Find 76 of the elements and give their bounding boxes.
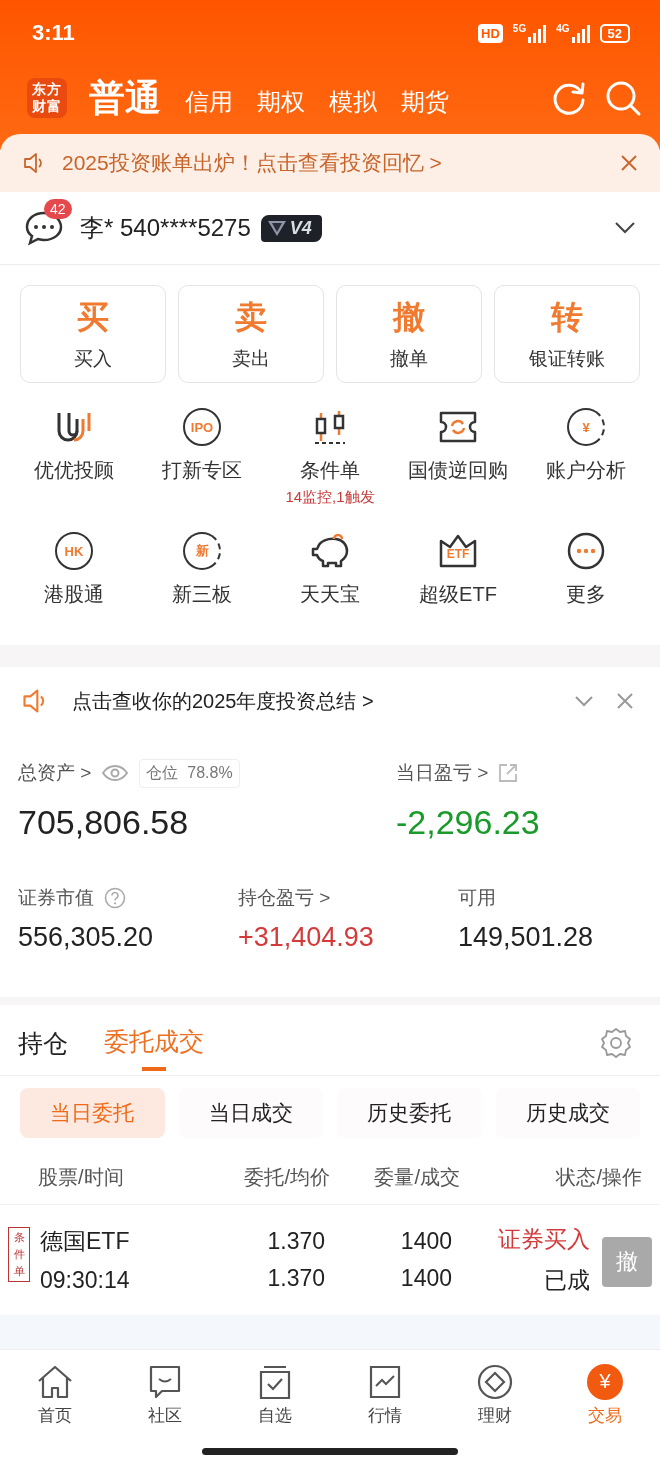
order-type: 证券买入 [498, 1225, 590, 1254]
total-assets-label[interactable]: 总资产 > [18, 760, 92, 786]
order-price: 1.370 [267, 1228, 326, 1255]
candlestick-icon [312, 409, 348, 445]
home-icon [36, 1363, 74, 1400]
hd-icon: HD [478, 23, 503, 43]
ticket-icon [438, 410, 478, 444]
search-icon[interactable] [604, 79, 642, 117]
chevron-down-icon[interactable] [614, 221, 636, 235]
order-time: 09:30:14 [40, 1267, 131, 1294]
stat-value: 149,501.28 [458, 922, 594, 953]
stat-label: 证券市值 [18, 886, 94, 910]
more-icon [567, 532, 605, 570]
account-name: 李* 540****5275 [80, 213, 251, 243]
trade-button[interactable]: 卖 卖出 [178, 285, 324, 383]
daily-pnl-label[interactable]: 当日盈亏 > [396, 760, 489, 786]
filled-quantity: 1400 [400, 1265, 452, 1292]
settings-icon[interactable] [600, 1027, 632, 1059]
help-icon[interactable] [104, 887, 126, 909]
total-assets-value: 705,806.58 [18, 803, 189, 842]
bottom-nav-item[interactable]: 首页 [0, 1350, 110, 1440]
feature-shortcut[interactable]: 条件单 14监控,1触发 [266, 405, 394, 515]
checkbox-icon [258, 1363, 292, 1400]
position-ratio-tag: 仓位 78.8% [139, 758, 240, 788]
piggy-bank-icon [310, 533, 350, 569]
order-status: 已成 [544, 1266, 590, 1295]
order-filter-tab[interactable]: 历史成交 [495, 1088, 640, 1138]
column-header: 委量/成交 [373, 1164, 460, 1190]
average-price: 1.370 [267, 1265, 326, 1292]
column-header: 委托/均价 [243, 1164, 330, 1190]
status-time: 3:11 [32, 20, 75, 46]
close-icon[interactable] [620, 154, 638, 172]
feature-shortcut[interactable]: 天天宝 [266, 529, 394, 639]
yen-chart-icon: ¥ [567, 408, 605, 446]
stat-value: 556,305.20 [18, 922, 154, 953]
feature-shortcut[interactable]: ¥ 账户分析 [522, 405, 650, 515]
order-filter-tab[interactable]: 当日成交 [178, 1088, 323, 1138]
line-chart-icon [368, 1363, 402, 1400]
stat-label: 可用 [458, 886, 496, 910]
section-tab[interactable]: 持仓 [18, 1011, 68, 1075]
app-logo: 东方财富 [27, 78, 67, 118]
feature-shortcut[interactable]: IPO 打新专区 [138, 405, 266, 515]
column-header: 状态/操作 [555, 1164, 642, 1190]
feature-shortcut[interactable]: ETF 超级ETF [394, 529, 522, 639]
stock-name: 德国ETF [40, 1227, 131, 1256]
bottom-nav-item[interactable]: 行情 [330, 1350, 440, 1440]
message-count-badge: 42 [44, 199, 72, 219]
feature-shortcut[interactable]: HK 港股通 [10, 529, 138, 639]
cycle-icon: 新 [183, 532, 221, 570]
daily-pnl-value: -2,296.23 [396, 803, 540, 842]
annual-summary-link[interactable]: 点击查收你的2025年度投资总结 > [72, 687, 374, 715]
trade-button[interactable]: 转 银证转账 [494, 285, 640, 383]
feature-shortcut[interactable]: 优优投顾 [10, 405, 138, 515]
share-icon[interactable] [498, 763, 519, 783]
vip-level-badge: V4 [260, 214, 322, 242]
stat-label: 持仓盈亏 > [238, 886, 331, 910]
stat-value: +31,404.93 [238, 922, 374, 953]
chat-bubble-icon [148, 1363, 182, 1400]
bottom-nav-item[interactable]: 理财 [440, 1350, 550, 1440]
battery-icon: 52 [599, 23, 630, 43]
order-quantity: 1400 [400, 1228, 452, 1255]
trade-button[interactable]: 撤 撤单 [336, 285, 482, 383]
conditional-order-tag: 条件单 [8, 1227, 30, 1282]
eye-icon[interactable] [101, 764, 130, 782]
hk-icon: HK [55, 532, 93, 570]
bottom-nav-item[interactable]: 自选 [220, 1350, 330, 1440]
feature-shortcut[interactable]: 新 新三板 [138, 529, 266, 639]
ipo-icon: IPO [183, 408, 221, 446]
trade-button[interactable]: 买 买入 [20, 285, 166, 383]
order-filter-tab[interactable]: 历史委托 [337, 1088, 482, 1138]
feature-shortcut[interactable]: 更多 [522, 529, 650, 639]
close-icon[interactable] [616, 692, 634, 710]
column-header: 股票/时间 [38, 1164, 125, 1190]
feature-shortcut[interactable]: 国债逆回购 [394, 405, 522, 515]
bottom-nav-item[interactable]: 社区 [110, 1350, 220, 1440]
etf-crown-icon: ETF [438, 533, 478, 569]
